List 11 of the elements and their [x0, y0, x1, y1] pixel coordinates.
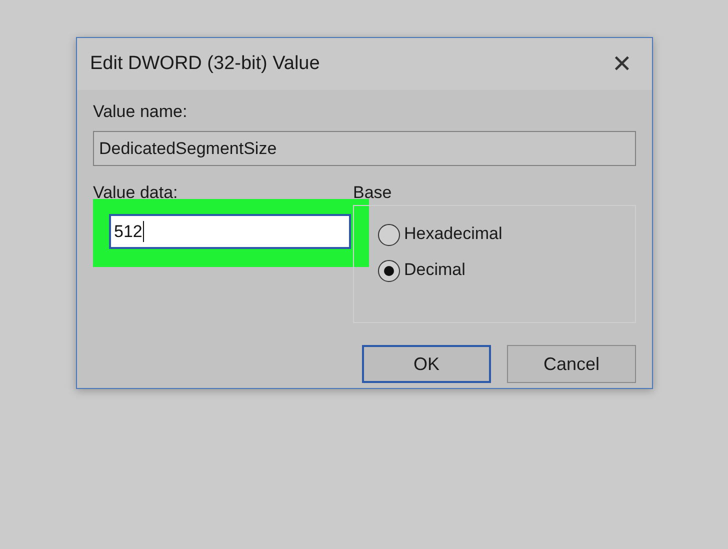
window-title: Edit DWORD (32-bit) Value [90, 53, 320, 75]
value-name-field[interactable]: DedicatedSegmentSize [93, 131, 636, 166]
radio-label: Hexadecimal [404, 224, 502, 244]
close-button[interactable]: ✕ [608, 50, 636, 78]
radio-label: Decimal [404, 260, 466, 280]
value-data-field[interactable]: 512 [109, 214, 351, 249]
base-label: Base [353, 183, 392, 203]
value-data-label: Value data: [93, 183, 178, 203]
value-name-label: Value name: [93, 102, 188, 122]
dialog-button[interactable]: OK [362, 345, 491, 383]
dialog-button[interactable]: Cancel [507, 345, 636, 383]
